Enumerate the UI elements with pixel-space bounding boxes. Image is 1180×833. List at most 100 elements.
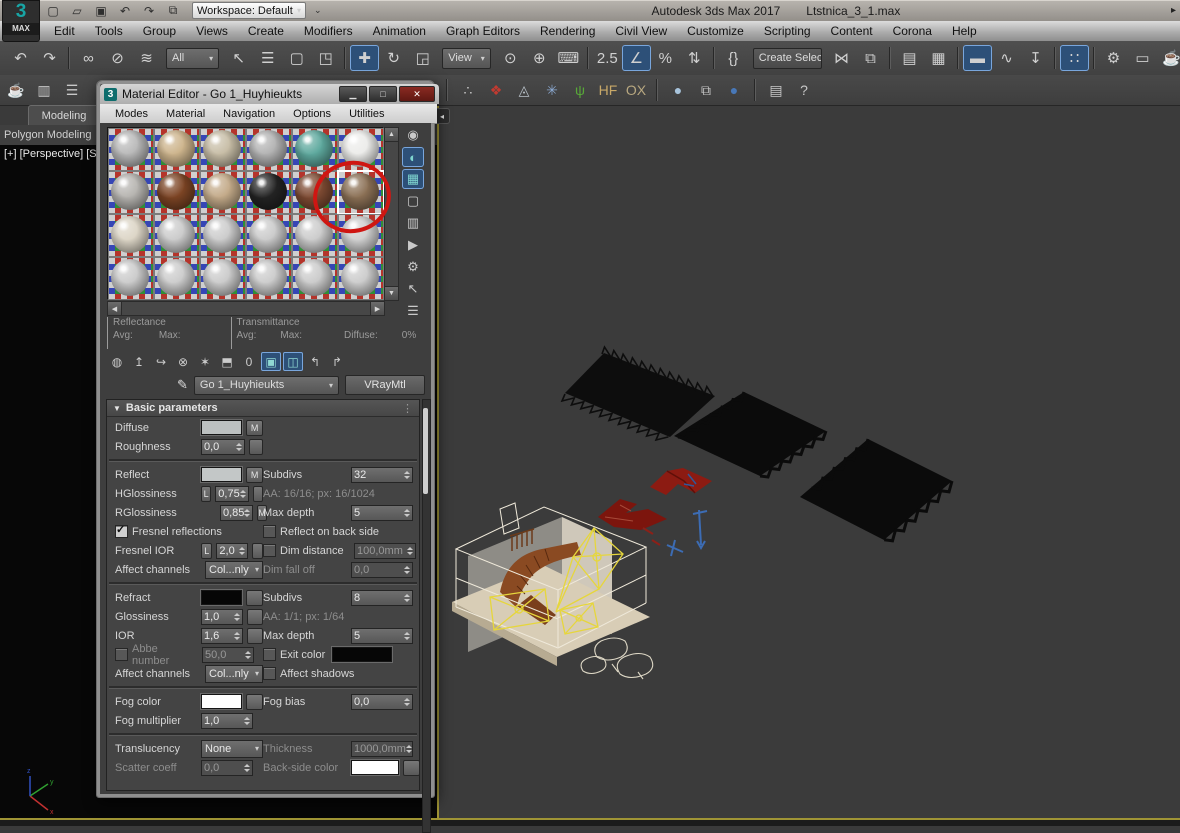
material-editor-titlebar[interactable]: 3 Material Editor - Go 1_Huyhieukts ▁ □ …	[100, 84, 439, 104]
thickness-field[interactable]: 1000,0mm	[351, 741, 413, 757]
ornatrix-icon[interactable]: OX	[624, 78, 648, 102]
sample-type-icon[interactable]: ◉	[402, 125, 424, 145]
hglossiness-map-button[interactable]	[253, 486, 263, 502]
sample-horizontal-scrollbar[interactable]: ◀ ▶	[107, 301, 385, 316]
minimize-button[interactable]: ▁	[339, 86, 367, 102]
dim-distance-checkbox[interactable]	[263, 544, 276, 557]
options-icon[interactable]: ⚙	[402, 257, 424, 277]
scroll-up-icon[interactable]: ▲	[384, 127, 399, 142]
material-sample-slot[interactable]	[246, 257, 292, 300]
reflect-maxdepth-field[interactable]: 5	[351, 505, 413, 521]
viewport-capture-icon[interactable]: ⧉	[694, 78, 718, 102]
sample-vertical-scrollbar[interactable]: ▲ ▼	[384, 127, 399, 301]
keyboard-override-icon[interactable]: ⌨	[554, 45, 583, 71]
exit-color-checkbox[interactable]	[263, 648, 276, 661]
rendered-image-icon[interactable]: ▥	[32, 78, 56, 102]
connect-icon[interactable]: ❖	[484, 78, 508, 102]
save-file-icon[interactable]: ▣	[92, 3, 110, 19]
spinner-snap-icon[interactable]: ⇅	[680, 45, 709, 71]
backlight-icon[interactable]: ◐	[402, 147, 424, 167]
lattice-icon[interactable]: ◬	[512, 78, 536, 102]
clipboard-icon[interactable]: ▤	[764, 78, 788, 102]
menu-item[interactable]: Views	[186, 22, 238, 40]
exit-color-swatch[interactable]	[332, 647, 392, 662]
render-list-icon[interactable]: ☰	[60, 78, 84, 102]
scroll-left-icon[interactable]: ◀	[107, 301, 122, 316]
menu-item[interactable]: Graph Editors	[436, 22, 530, 40]
show-end-result-icon[interactable]: ◫	[283, 352, 303, 371]
menu-item[interactable]: Modes	[106, 106, 157, 122]
material-sample-slot[interactable]	[246, 128, 292, 171]
material-sample-slot[interactable]	[292, 214, 338, 257]
hair-fur-icon[interactable]: HF	[596, 78, 620, 102]
hglossiness-lock-button[interactable]: L	[201, 486, 211, 502]
select-and-rotate-icon[interactable]: ↻	[379, 45, 408, 71]
material-sample-slot[interactable]	[200, 171, 246, 214]
fresnel-ior-map-button[interactable]	[252, 543, 263, 559]
render-setup-icon[interactable]: ⚙	[1099, 45, 1128, 71]
material-sample-slot[interactable]	[338, 128, 384, 171]
material-sample-slot[interactable]	[154, 128, 200, 171]
ior-field[interactable]: 1,6	[201, 628, 243, 644]
reflect-subdivs-field[interactable]: 32	[351, 467, 413, 483]
scroll-down-icon[interactable]: ▼	[384, 286, 399, 301]
material-sample-slot[interactable]	[108, 257, 154, 300]
sphere-select-icon[interactable]: ●	[722, 78, 746, 102]
ribbon-panel-polygon-modeling[interactable]: Polygon Modeling	[0, 125, 102, 145]
redo-icon[interactable]: ↷	[35, 45, 64, 71]
ribbon-tab-modeling[interactable]: Modeling	[28, 105, 100, 126]
material-sample-slot[interactable]	[200, 128, 246, 171]
diffuse-color-swatch[interactable]	[201, 420, 242, 435]
menu-item[interactable]: Edit	[44, 22, 85, 40]
reset-map-icon[interactable]: ⊗	[173, 352, 193, 371]
select-and-link-icon[interactable]: ∞	[74, 45, 103, 71]
menu-item[interactable]: Utilities	[340, 106, 393, 122]
ior-map-button[interactable]	[247, 628, 263, 644]
fog-color-map-button[interactable]	[246, 694, 263, 710]
abbe-field[interactable]: 50,0	[202, 647, 254, 663]
use-pivot-center-icon[interactable]: ⊙	[496, 45, 525, 71]
noise-ball-icon[interactable]: ✳	[540, 78, 564, 102]
dim-falloff-field[interactable]: 0,0	[351, 562, 413, 578]
affect-shadows-checkbox[interactable]	[263, 667, 276, 680]
hglossiness-field[interactable]: 0,75	[215, 486, 248, 502]
undo-icon[interactable]: ↶	[116, 3, 134, 19]
menu-item[interactable]: Create	[238, 22, 294, 40]
material-sample-slot-selected[interactable]	[337, 170, 385, 215]
close-button[interactable]: ✕	[399, 86, 435, 102]
dim-distance-field[interactable]: 100,0mm	[354, 543, 416, 559]
material-sample-slot[interactable]	[154, 171, 200, 214]
affect-channels-dropdown-2[interactable]: Col...nly▾	[205, 665, 263, 683]
menu-item[interactable]: Scripting	[754, 22, 821, 40]
material-sample-slot[interactable]	[200, 257, 246, 300]
viewport-label[interactable]: [+] [Perspective] [S	[4, 148, 96, 160]
rendered-frame-icon[interactable]: ▭	[1128, 45, 1157, 71]
select-by-material-icon[interactable]: ↖	[402, 279, 424, 299]
maximize-button[interactable]: □	[369, 86, 397, 102]
layer-explorer-icon[interactable]: ▦	[924, 45, 953, 71]
material-name-dropdown[interactable]: Go 1_Huyhieukts▾	[194, 376, 339, 395]
translucency-dropdown[interactable]: None▾	[201, 740, 263, 758]
abbe-checkbox[interactable]	[115, 648, 128, 661]
menu-item[interactable]: Animation	[363, 22, 436, 40]
reflect-color-swatch[interactable]	[201, 467, 242, 482]
max-logo[interactable]: 3 MAX	[2, 0, 40, 42]
roughness-field[interactable]: 0,0	[201, 439, 245, 455]
refract-subdivs-field[interactable]: 8	[351, 590, 413, 606]
menu-item[interactable]: Navigation	[214, 106, 284, 122]
render-production-icon[interactable]: ☕	[1157, 45, 1180, 71]
backside-map-button[interactable]	[403, 760, 420, 776]
selection-filter-dropdown[interactable]: All▾	[166, 48, 219, 69]
assign-to-selection-icon[interactable]: ↪	[151, 352, 171, 371]
material-type-button[interactable]: VRayMtl	[345, 375, 425, 395]
affect-channels-dropdown[interactable]: Col...nly▾	[205, 561, 263, 579]
glossiness-field[interactable]: 1,0	[201, 609, 243, 625]
material-sample-slot[interactable]	[338, 214, 384, 257]
make-preview-icon[interactable]: ▶	[402, 235, 424, 255]
backside-color-swatch[interactable]	[351, 760, 399, 775]
unlink-selection-icon[interactable]: ⊘	[103, 45, 132, 71]
put-to-scene-icon[interactable]: ↥	[129, 352, 149, 371]
help-icon[interactable]: ?	[792, 78, 816, 102]
open-file-icon[interactable]: ▱	[68, 3, 86, 19]
fog-color-swatch[interactable]	[201, 694, 242, 709]
